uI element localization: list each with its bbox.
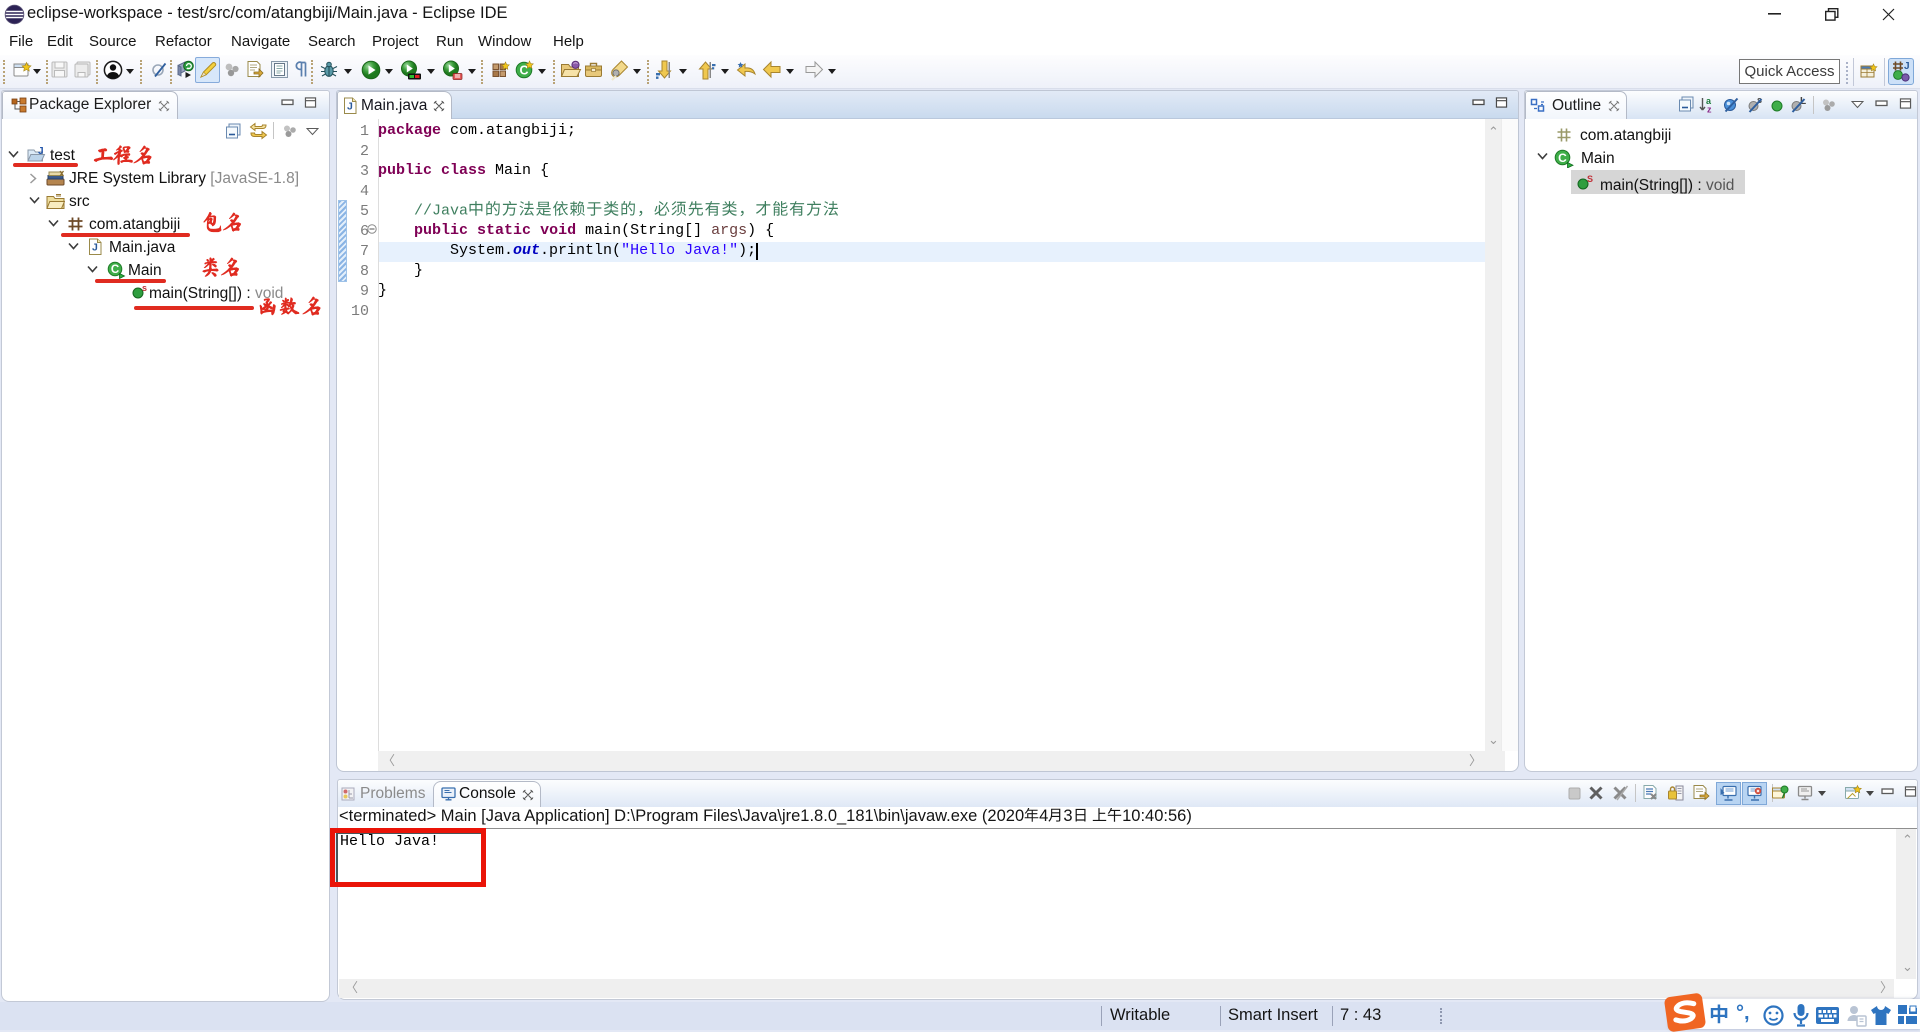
svg-text:J: J bbox=[347, 101, 353, 113]
svg-text:C: C bbox=[111, 264, 119, 276]
svg-text:J: J bbox=[38, 146, 44, 157]
svg-text:J: J bbox=[1904, 61, 1910, 72]
svg-text:S: S bbox=[1587, 175, 1593, 184]
svg-text:z: z bbox=[1707, 105, 1712, 115]
svg-text:J: J bbox=[92, 242, 98, 254]
svg-text:s: s bbox=[142, 284, 147, 293]
svg-text:C: C bbox=[1558, 151, 1567, 165]
